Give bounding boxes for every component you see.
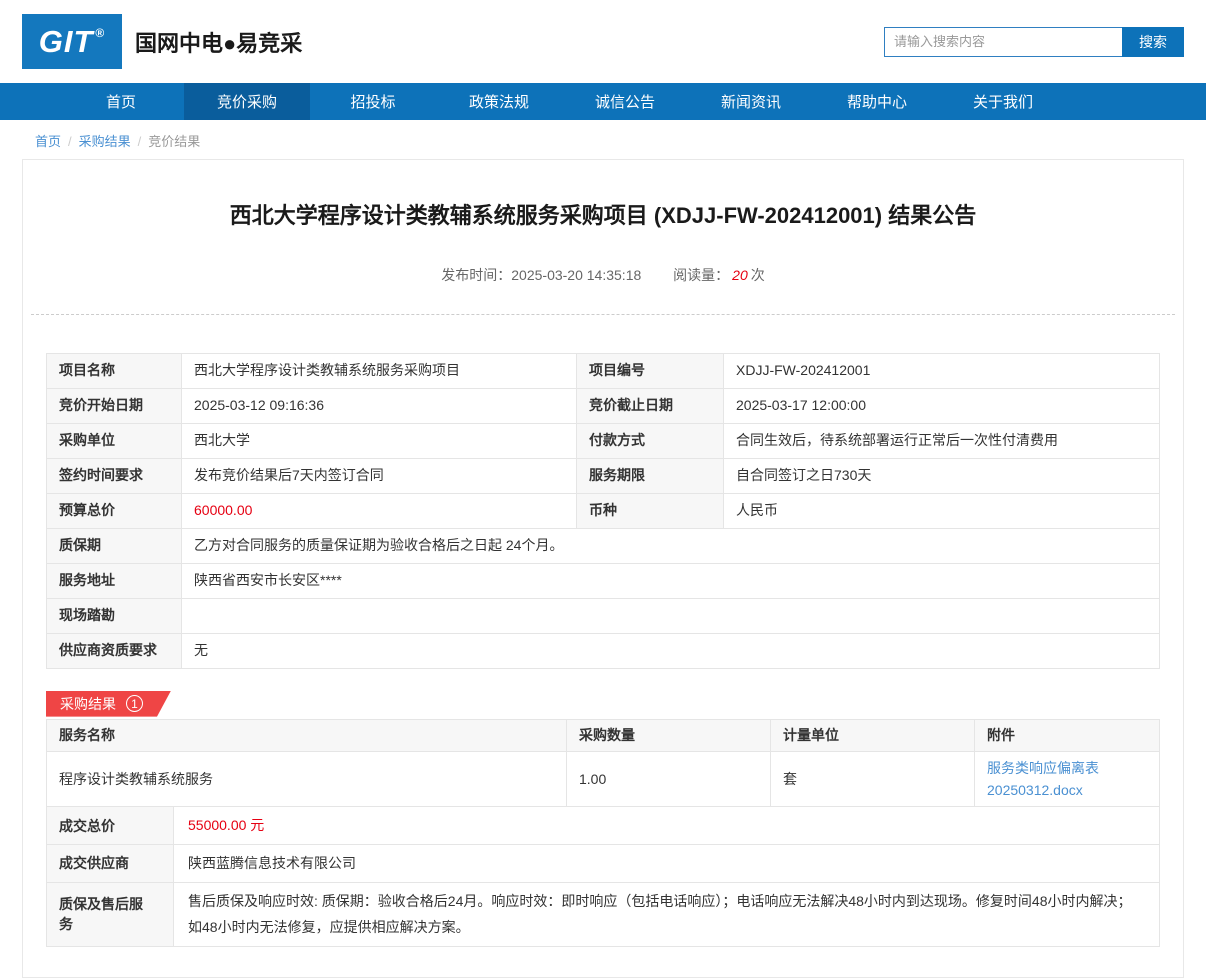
info-label: 付款方式: [576, 422, 724, 459]
info-value: 无: [181, 632, 1160, 669]
result-badge-label: 采购结果: [60, 695, 116, 712]
registered-trademark-icon: ®: [95, 25, 106, 40]
column-header: 采购数量: [566, 718, 771, 752]
publish-time-value: 2025-03-20 14:35:18: [511, 266, 642, 283]
table-header-row: 服务名称 采购数量 计量单位 附件: [46, 718, 1160, 752]
nav-item-policy[interactable]: 政策法规: [436, 83, 562, 120]
service-name-cell: 程序设计类教辅系统服务: [46, 750, 567, 808]
nav-item-about-us[interactable]: 关于我们: [940, 83, 1066, 120]
result-section-badge: 采购结果 1: [46, 691, 171, 717]
table-row: 程序设计类教辅系统服务 1.00 套 服务类响应偏离表 20250312.doc…: [46, 750, 1160, 808]
nav-item-tender[interactable]: 招投标: [310, 83, 436, 120]
info-value: XDJJ-FW-202412001: [723, 352, 1160, 389]
summary-label: 成交供应商: [46, 843, 174, 883]
quantity-cell: 1.00: [566, 750, 771, 808]
summary-label: 成交总价: [46, 806, 174, 845]
breadcrumb-separator: /: [68, 134, 72, 149]
info-label: 服务地址: [46, 562, 182, 599]
attachment-link[interactable]: 服务类响应偏离表 20250312.docx: [987, 760, 1099, 798]
info-value: 合同生效后，待系统部署运行正常后一次性付清费用: [723, 422, 1160, 459]
table-row: 质保期 乙方对合同服务的质量保证期为验收合格后之日起 24个月。: [46, 527, 1160, 564]
info-label: 采购单位: [46, 422, 182, 459]
info-value: 陕西省西安市长安区****: [181, 562, 1160, 599]
info-label: 现场踏勘: [46, 597, 182, 634]
summary-label: 质保及售后服务: [46, 881, 174, 947]
table-row: 供应商资质要求 无: [46, 632, 1160, 669]
site-brand-title: 国网中电●易竞采: [135, 30, 303, 56]
table-row: 项目名称 西北大学程序设计类教辅系统服务采购项目 项目编号 XDJJ-FW-20…: [46, 352, 1160, 389]
views-label: 阅读量：: [673, 266, 730, 283]
page-title: 西北大学程序设计类教辅系统服务采购项目 (XDJJ-FW-202412001) …: [229, 203, 977, 228]
nav-item-integrity-notice[interactable]: 诚信公告: [562, 83, 688, 120]
column-header: 服务名称: [46, 718, 567, 752]
search-input[interactable]: [884, 26, 1122, 57]
budget-total-amount: 60000.00: [194, 502, 253, 519]
result-count-badge: 1: [126, 695, 143, 712]
table-row: 质保及售后服务 售后质保及响应时效: 质保期：验收合格后24月。响应时效：即时响…: [46, 881, 1160, 947]
breadcrumb-separator: /: [137, 134, 142, 149]
column-header: 附件: [974, 718, 1160, 752]
nav-item-home[interactable]: 首页: [58, 83, 184, 120]
unit-cell: 套: [770, 750, 975, 808]
info-label: 供应商资质要求: [46, 632, 182, 669]
info-label: 签约时间要求: [46, 457, 182, 494]
table-row: 预算总价 60000.00 币种 人民币: [46, 492, 1160, 529]
info-label: 竞价开始日期: [46, 387, 182, 424]
deal-total-value: 55000.00 元: [173, 806, 1160, 845]
dashed-divider: [31, 313, 1175, 315]
result-table: 服务名称 采购数量 计量单位 附件 程序设计类教辅系统服务 1.00 套 服务类…: [46, 718, 1160, 808]
supplier-value: 陕西蓝腾信息技术有限公司: [173, 843, 1160, 883]
info-value: 自合同签订之日730天: [723, 457, 1160, 494]
publish-time-label: 发布时间：: [441, 266, 512, 283]
announcement-card: 西北大学程序设计类教辅系统服务采购项目 (XDJJ-FW-202412001) …: [22, 159, 1184, 978]
views-unit: 次: [750, 266, 765, 283]
table-row: 成交供应商 陕西蓝腾信息技术有限公司: [46, 843, 1160, 883]
site-logo[interactable]: GIT ®: [22, 14, 122, 69]
table-row: 成交总价 55000.00 元: [46, 806, 1160, 845]
budget-total-value: 60000.00: [181, 492, 577, 529]
top-header: GIT® 国网中电●易竞采 搜索: [0, 0, 1206, 83]
search-button[interactable]: 搜索: [1122, 26, 1184, 57]
info-label: 预算总价: [46, 492, 182, 529]
info-value: 发布竞价结果后7天内签订合同: [181, 457, 577, 494]
info-value: 2025-03-17 12:00:00: [723, 387, 1160, 424]
info-value: 2025-03-12 09:16:36: [181, 387, 577, 424]
main-nav: 首页 竞价采购 招投标 政策法规 诚信公告 新闻资讯 帮助中心 关于我们: [0, 83, 1206, 120]
info-value: 西北大学程序设计类教辅系统服务采购项目: [181, 352, 577, 389]
article-meta: 发布时间：2025-03-20 14:35:18 阅读量： 20 次: [46, 265, 1160, 285]
deal-total-amount: 55000.00 元: [188, 817, 265, 834]
nav-item-bidding-purchase[interactable]: 竞价采购: [184, 83, 310, 120]
breadcrumb-procurement-results[interactable]: 采购结果: [79, 134, 131, 149]
attachment-cell: 服务类响应偏离表 20250312.docx: [974, 750, 1160, 808]
logo-text: GIT: [38, 23, 94, 59]
nav-item-help-center[interactable]: 帮助中心: [814, 83, 940, 120]
info-label: 币种: [576, 492, 724, 529]
info-label: 项目名称: [46, 352, 182, 389]
views-count: 20: [732, 266, 748, 283]
search-bar: 搜索: [884, 26, 1184, 57]
project-info-table: 项目名称 西北大学程序设计类教辅系统服务采购项目 项目编号 XDJJ-FW-20…: [46, 352, 1160, 669]
table-row: 现场踏勘: [46, 597, 1160, 634]
table-row: 签约时间要求 发布竞价结果后7天内签订合同 服务期限 自合同签订之日730天: [46, 457, 1160, 494]
warranty-service-value: 售后质保及响应时效: 质保期：验收合格后24月。响应时效：即时响应（包括电话响应…: [173, 881, 1160, 947]
info-label: 竞价截止日期: [576, 387, 724, 424]
table-row: 采购单位 西北大学 付款方式 合同生效后，待系统部署运行正常后一次性付清费用: [46, 422, 1160, 459]
info-value: 人民币: [723, 492, 1160, 529]
column-header: 计量单位: [770, 718, 975, 752]
info-value: 西北大学: [181, 422, 577, 459]
breadcrumb-home[interactable]: 首页: [35, 134, 61, 149]
breadcrumb: 首页 / 采购结果 / 竞价结果: [0, 120, 1206, 159]
nav-item-news[interactable]: 新闻资讯: [688, 83, 814, 120]
info-label: 项目编号: [576, 352, 724, 389]
info-value: [181, 597, 1160, 634]
info-value: 乙方对合同服务的质量保证期为验收合格后之日起 24个月。: [181, 527, 1160, 564]
info-label: 服务期限: [576, 457, 724, 494]
table-row: 竞价开始日期 2025-03-12 09:16:36 竞价截止日期 2025-0…: [46, 387, 1160, 424]
table-row: 服务地址 陕西省西安市长安区****: [46, 562, 1160, 599]
info-label: 质保期: [46, 527, 182, 564]
deal-summary-table: 成交总价 55000.00 元 成交供应商 陕西蓝腾信息技术有限公司 质保及售后…: [46, 806, 1160, 947]
breadcrumb-current: 竞价结果: [148, 134, 201, 149]
